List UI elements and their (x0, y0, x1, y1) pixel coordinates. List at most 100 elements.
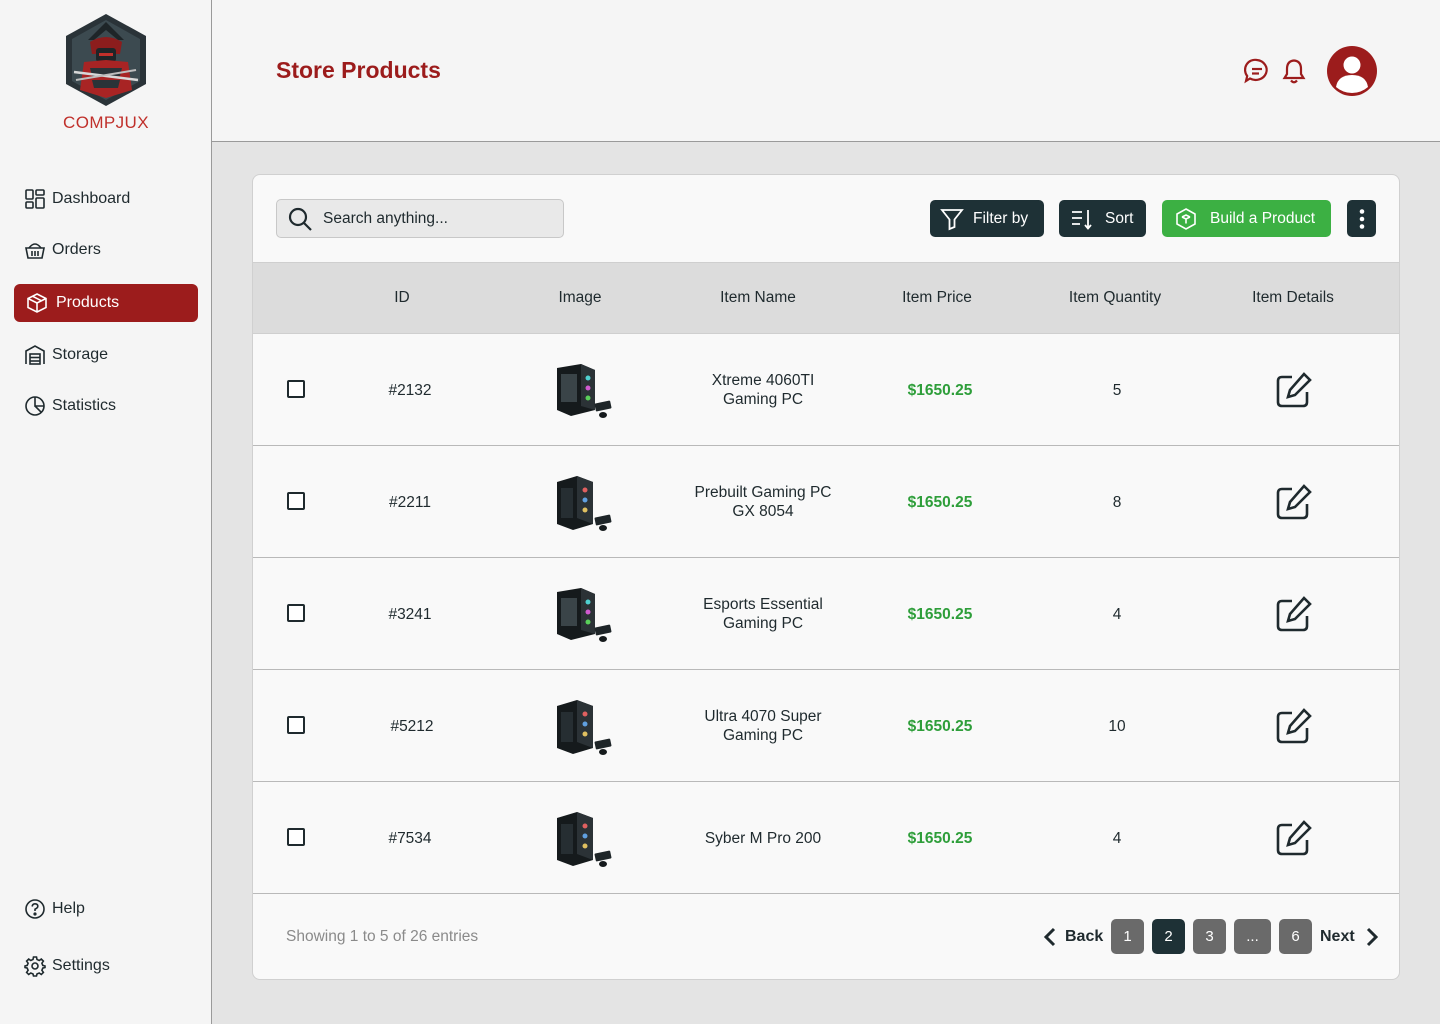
search-box[interactable] (276, 199, 564, 238)
basket-icon (24, 239, 46, 261)
chevron-right-icon (1366, 927, 1378, 946)
filter-button[interactable]: Filter by (930, 200, 1044, 237)
search-icon (288, 207, 312, 231)
products-card: Filter by Sort Build a Product ID Image … (252, 174, 1400, 980)
page-button-6[interactable]: 6 (1279, 919, 1312, 954)
top-header: Store Products (212, 0, 1440, 142)
item-name-line1: Xtreme 4060TI (711, 372, 815, 389)
row-checkbox[interactable] (287, 380, 305, 398)
sidebar-item-label: Dashboard (52, 190, 131, 207)
sidebar-item-settings[interactable]: Settings (14, 947, 198, 985)
sort-label: Sort (1105, 209, 1134, 227)
column-header-item-price[interactable]: Item Price (902, 289, 972, 307)
item-name: Esports Essential Gaming PC (703, 558, 823, 670)
pie-chart-icon (24, 395, 46, 417)
edit-icon[interactable] (1274, 370, 1314, 410)
item-quantity: 4 (1112, 605, 1122, 623)
item-id: #2132 (388, 381, 432, 399)
sidebar-item-label: Storage (52, 346, 109, 363)
bell-icon[interactable] (1280, 57, 1308, 85)
item-name-line2: Gaming PC (722, 391, 804, 408)
edit-icon[interactable] (1274, 818, 1314, 858)
item-quantity: 8 (1112, 493, 1122, 511)
sidebar-item-dashboard[interactable]: Dashboard (14, 180, 198, 218)
edit-icon[interactable] (1274, 482, 1314, 522)
chat-icon[interactable] (1243, 57, 1271, 85)
warehouse-icon (24, 344, 46, 366)
page-button-1[interactable]: 1 (1111, 919, 1144, 954)
back-button[interactable]: Back (1041, 919, 1103, 954)
item-name-line2: Gaming PC (722, 615, 804, 632)
search-input[interactable] (323, 209, 553, 228)
cube-icon (1174, 207, 1198, 231)
row-checkbox[interactable] (287, 828, 305, 846)
item-name-line2: Gaming PC (722, 727, 804, 744)
build-product-label: Build a Product (1210, 209, 1316, 227)
sidebar: COMPJUX Dashboard Orders Products Storag… (0, 0, 212, 1024)
page-ellipsis: ... (1234, 919, 1271, 954)
sidebar-item-orders[interactable]: Orders (14, 231, 198, 269)
column-header-item-quantity[interactable]: Item Quantity (1069, 289, 1161, 307)
filter-label: Filter by (973, 209, 1029, 227)
more-options-button[interactable] (1347, 200, 1376, 237)
sidebar-item-label: Help (52, 900, 85, 917)
sidebar-item-statistics[interactable]: Statistics (14, 387, 198, 425)
table-row: #3241 Esports Essential Gaming PC $1650.… (253, 558, 1399, 670)
dashboard-icon (24, 188, 46, 210)
entries-summary: Showing 1 to 5 of 26 entries (286, 928, 479, 945)
product-thumbnail (557, 588, 612, 642)
brand-name: COMPJUX (63, 113, 149, 132)
samurai-logo (66, 14, 146, 106)
row-checkbox[interactable] (287, 604, 305, 622)
column-header-image[interactable]: Image (558, 289, 601, 307)
sidebar-item-products[interactable]: Products (14, 284, 198, 322)
item-quantity: 5 (1112, 381, 1122, 399)
sidebar-item-storage[interactable]: Storage (14, 336, 198, 374)
item-name: Ultra 4070 Super Gaming PC (704, 670, 821, 782)
user-avatar[interactable] (1327, 46, 1377, 96)
item-price: $1650.25 (907, 717, 973, 735)
column-header-item-name[interactable]: Item Name (720, 289, 796, 307)
item-price: $1650.25 (907, 829, 973, 847)
item-name: Xtreme 4060TI Gaming PC (712, 334, 815, 446)
item-id: #5212 (390, 717, 434, 735)
column-header-item-details[interactable]: Item Details (1252, 289, 1334, 307)
item-quantity: 4 (1112, 829, 1122, 847)
filter-icon (940, 207, 964, 231)
item-price: $1650.25 (907, 493, 973, 511)
next-button[interactable]: Next (1320, 919, 1381, 954)
table-row: #7534 Syber M Pro 200 $1650.25 4 (253, 782, 1399, 894)
table-header: ID Image Item Name Item Price Item Quant… (253, 262, 1399, 334)
item-quantity: 10 (1108, 717, 1126, 735)
gear-icon (24, 955, 46, 977)
back-label: Back (1065, 927, 1104, 945)
sidebar-item-help[interactable]: Help (14, 890, 198, 928)
page-button-3[interactable]: 3 (1193, 919, 1226, 954)
page-button-2[interactable]: 2 (1152, 919, 1185, 954)
box-icon (26, 292, 48, 314)
product-thumbnail (557, 364, 612, 418)
sort-button[interactable]: Sort (1059, 200, 1146, 237)
item-price: $1650.25 (907, 381, 973, 399)
next-label: Next (1320, 927, 1355, 945)
table-row: #2211 Prebuilt Gaming PC GX 8054 $1650.2… (253, 446, 1399, 558)
item-name-line2: GX 8054 (732, 503, 794, 520)
item-name-line1: Esports Essential (703, 596, 823, 613)
item-id: #3241 (388, 605, 432, 623)
build-product-button[interactable]: Build a Product (1162, 200, 1331, 237)
sidebar-item-label: Products (56, 294, 120, 311)
edit-icon[interactable] (1274, 594, 1314, 634)
row-checkbox[interactable] (287, 492, 305, 510)
more-vertical-icon (1358, 207, 1366, 231)
item-id: #2211 (389, 493, 431, 511)
chevron-left-icon (1043, 927, 1056, 946)
item-name: Syber M Pro 200 (704, 829, 822, 847)
row-checkbox[interactable] (287, 716, 305, 734)
column-header-id[interactable]: ID (394, 289, 410, 307)
edit-icon[interactable] (1274, 706, 1314, 746)
product-thumbnail (557, 700, 612, 755)
sidebar-item-label: Settings (52, 957, 110, 974)
product-thumbnail (557, 476, 612, 531)
sort-icon (1070, 207, 1094, 231)
item-name-line1: Ultra 4070 Super (704, 708, 822, 725)
